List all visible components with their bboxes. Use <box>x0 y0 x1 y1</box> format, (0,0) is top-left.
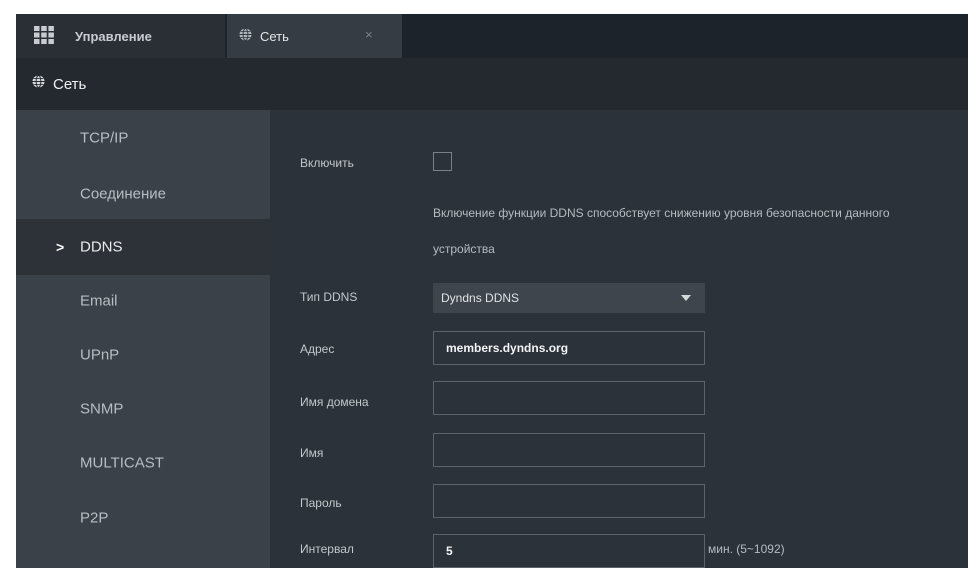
interval-value: 5 <box>446 544 453 558</box>
sidebar-item-label: UPnP <box>80 346 120 364</box>
sidebar-item-label: Email <box>80 292 118 310</box>
sidebar-item-label: MULTICAST <box>80 454 164 472</box>
ddns-settings-form: Включить Включение функции DDNS способст… <box>270 110 968 568</box>
sidebar-item-email[interactable]: Email <box>16 273 270 329</box>
sidebar: TCP/IP Соединение > DDNS Email UPnP SNMP… <box>16 110 270 568</box>
sidebar-item-label: SNMP <box>80 400 124 418</box>
address-label: Адрес <box>300 342 335 356</box>
password-label: Пароль <box>300 496 342 510</box>
enable-checkbox[interactable] <box>433 152 452 171</box>
username-input[interactable] <box>433 433 705 467</box>
grid-icon <box>34 25 54 47</box>
globe-icon <box>32 75 45 93</box>
caret-down-icon <box>681 295 691 301</box>
app-window: Управление Сеть × Сеть TCP/IP Соединение… <box>0 0 968 568</box>
sidebar-item-p2p[interactable]: P2P <box>16 490 270 546</box>
sidebar-item-label: DDNS <box>80 238 123 256</box>
security-warning-line-1: Включение функции DDNS способствует сниж… <box>433 206 890 220</box>
globe-icon <box>239 28 252 44</box>
sidebar-item-multicast[interactable]: MULTICAST <box>16 435 270 491</box>
sidebar-item-label: P2P <box>80 509 109 527</box>
tab-network[interactable]: Сеть × <box>227 14 402 58</box>
enable-label: Включить <box>300 156 354 170</box>
address-value: members.dyndns.org <box>446 341 569 355</box>
close-icon[interactable]: × <box>365 27 373 42</box>
interval-label: Интервал <box>300 542 354 556</box>
ddns-type-select[interactable]: Dyndns DDNS <box>433 283 705 313</box>
sidebar-item-connection[interactable]: Соединение <box>16 166 270 222</box>
security-warning-line-2: устройства <box>433 242 495 256</box>
domain-input[interactable] <box>433 381 705 415</box>
sidebar-item-label: TCP/IP <box>80 129 129 147</box>
tab-bar: Управление Сеть × <box>16 14 968 58</box>
tab-management[interactable]: Управление <box>16 14 225 58</box>
username-label: Имя <box>300 446 324 460</box>
sidebar-item-label: Соединение <box>80 185 166 203</box>
sidebar-item-upnp[interactable]: UPnP <box>16 327 270 383</box>
ddns-type-label: Тип DDNS <box>300 290 358 304</box>
chevron-right-icon: > <box>56 239 65 255</box>
address-input[interactable]: members.dyndns.org <box>433 331 705 365</box>
sidebar-item-ddns[interactable]: > DDNS <box>16 219 270 275</box>
interval-unit: мин. (5~1092) <box>708 542 785 556</box>
section-header: Сеть <box>16 58 968 110</box>
tab-management-label: Управление <box>75 28 152 44</box>
page-title: Сеть <box>53 75 87 93</box>
interval-input[interactable]: 5 <box>433 534 705 568</box>
password-input[interactable] <box>433 484 705 518</box>
sidebar-item-tcpip[interactable]: TCP/IP <box>16 110 270 166</box>
domain-label: Имя домена <box>300 395 369 409</box>
sidebar-item-snmp[interactable]: SNMP <box>16 381 270 437</box>
ddns-type-value: Dyndns DDNS <box>441 291 520 305</box>
tab-network-label: Сеть <box>260 28 289 44</box>
